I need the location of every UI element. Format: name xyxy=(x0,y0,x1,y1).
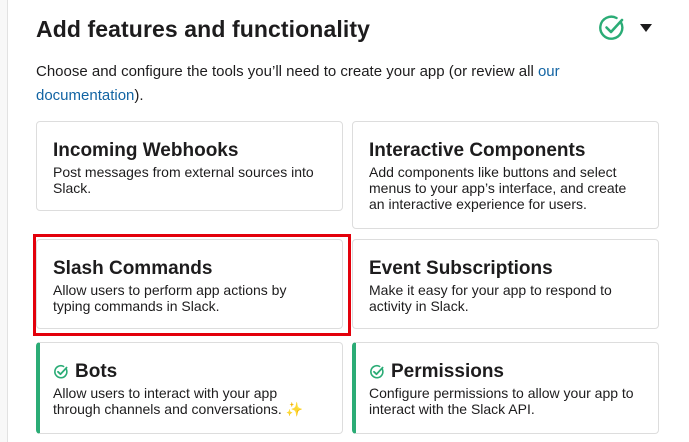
feature-description: Allow users to perform app actions by ty… xyxy=(53,282,287,314)
feature-title: Interactive Components xyxy=(369,140,586,161)
enabled-check-icon xyxy=(53,364,69,380)
feature-description: Make it easy for your app to respond to … xyxy=(369,282,612,314)
feature-card-bots[interactable]: Bots Allow users to interact with your a… xyxy=(36,342,343,434)
caret-down-icon[interactable] xyxy=(640,24,652,32)
feature-card-permissions[interactable]: Permissions Configure permissions to all… xyxy=(352,342,659,434)
feature-title: Permissions xyxy=(391,361,504,382)
feature-title: Slash Commands xyxy=(53,258,213,279)
description-text: Choose and configure the tools you’ll ne… xyxy=(36,63,538,80)
feature-card-slash-commands[interactable]: Slash Commands Allow users to perform ap… xyxy=(36,239,343,329)
feature-description: Allow users to interact with your app th… xyxy=(53,385,304,417)
status-indicator[interactable] xyxy=(598,14,626,42)
feature-title: Event Subscriptions xyxy=(369,258,553,279)
feature-title: Incoming Webhooks xyxy=(53,140,239,161)
feature-card-event-subscriptions[interactable]: Event Subscriptions Make it easy for you… xyxy=(352,239,659,329)
feature-description: Post messages from external sources into… xyxy=(53,164,314,196)
feature-title: Bots xyxy=(75,361,118,382)
feature-card-interactive-components[interactable]: Interactive Components Add components li… xyxy=(352,121,659,229)
page-description: Choose and configure the tools you’ll ne… xyxy=(36,60,636,108)
enabled-check-icon xyxy=(369,364,385,380)
feature-title-row: Bots xyxy=(53,361,326,383)
page-title: Add features and functionality xyxy=(36,16,370,42)
check-circle-icon xyxy=(598,14,626,42)
feature-description: Configure permissions to allow your app … xyxy=(369,385,634,417)
feature-description: Add components like buttons and select m… xyxy=(369,164,627,212)
feature-card-incoming-webhooks[interactable]: Incoming Webhooks Post messages from ext… xyxy=(36,121,343,211)
feature-title-row: Permissions xyxy=(369,361,642,383)
description-suffix: ). xyxy=(134,87,144,104)
